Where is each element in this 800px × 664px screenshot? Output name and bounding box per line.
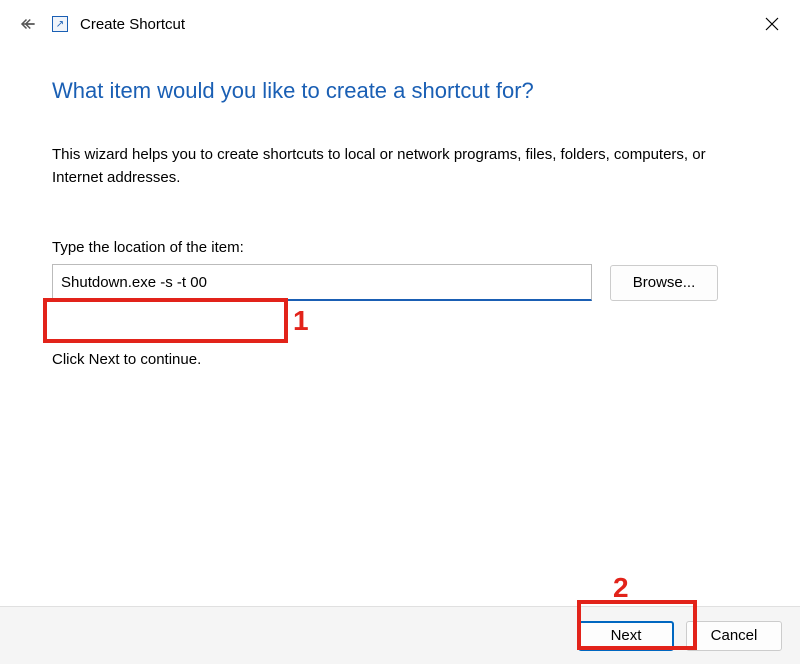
shortcut-icon: ↗ bbox=[52, 16, 68, 32]
wizard-heading: What item would you like to create a sho… bbox=[52, 78, 748, 104]
next-button[interactable]: Next bbox=[578, 621, 674, 651]
continue-text: Click Next to continue. bbox=[52, 351, 748, 368]
back-button[interactable] bbox=[16, 12, 40, 36]
close-icon bbox=[765, 17, 779, 31]
window-title: Create Shortcut bbox=[80, 16, 185, 33]
back-arrow-icon bbox=[19, 15, 37, 33]
browse-button[interactable]: Browse... bbox=[610, 265, 718, 301]
wizard-content: What item would you like to create a sho… bbox=[0, 48, 800, 378]
wizard-description: This wizard helps you to create shortcut… bbox=[52, 144, 748, 189]
close-button[interactable] bbox=[760, 12, 784, 36]
cancel-button[interactable]: Cancel bbox=[686, 621, 782, 651]
location-label: Type the location of the item: bbox=[52, 239, 748, 256]
annotation-label-2: 2 bbox=[613, 572, 629, 604]
header-bar: ↗ Create Shortcut bbox=[0, 0, 800, 48]
location-input[interactable] bbox=[52, 264, 592, 301]
wizard-footer: Next Cancel bbox=[0, 606, 800, 664]
location-row: Browse... bbox=[52, 264, 748, 301]
